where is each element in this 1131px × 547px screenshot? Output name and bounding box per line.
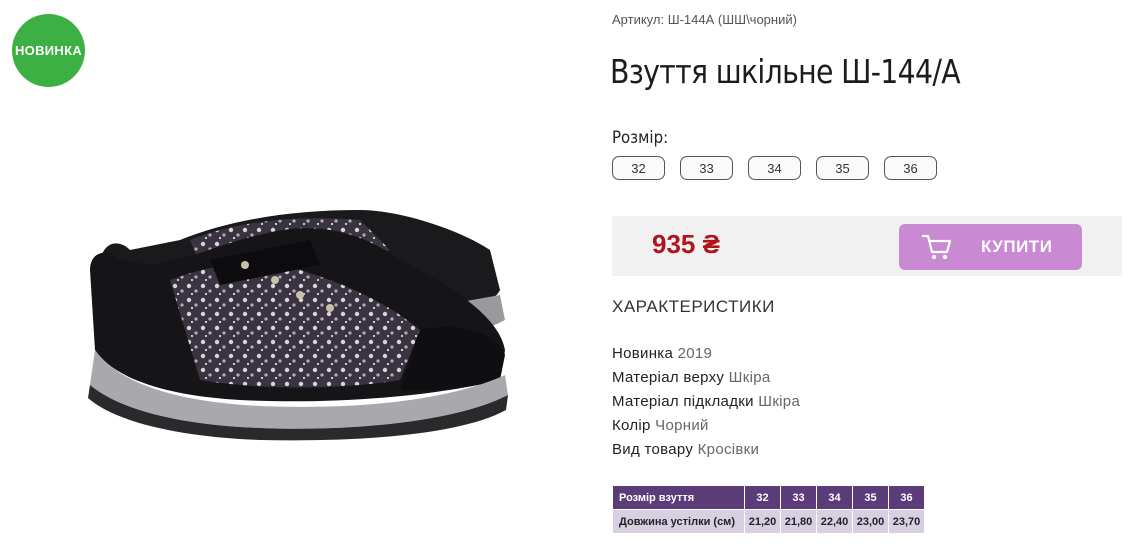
size-selector: 32 33 34 35 36 [612,156,937,180]
characteristic-row: Матеріал підкладки Шкіра [612,390,800,414]
size-label: Розмір: [612,128,669,148]
size-chart-size: 33 [780,485,817,510]
size-option-36[interactable]: 36 [884,156,937,180]
size-option-33[interactable]: 33 [680,156,733,180]
characteristic-row: Матеріал верху Шкіра [612,366,800,390]
size-chart-length-row: Довжина устілки (см) 21,20 21,80 22,40 2… [612,509,925,534]
size-chart-header-row: Розмір взуття 32 33 34 35 36 [612,485,925,510]
characteristic-name: Новинка [612,345,674,362]
buy-button-label: КУПИТИ [981,237,1053,256]
size-chart-length: 21,80 [780,509,817,534]
size-option-32[interactable]: 32 [612,156,665,180]
size-chart-row-label: Довжина устілки (см) [612,509,745,534]
product-image [88,210,508,441]
characteristic-row: Новинка 2019 [612,342,800,366]
size-chart-size: 32 [744,485,781,510]
characteristic-value: Шкіра [728,369,771,386]
size-chart-length: 22,40 [816,509,853,534]
size-chart-length: 21,20 [744,509,781,534]
product-price: 935 ₴ [652,229,720,259]
buy-panel: 935 ₴ КУПИТИ [612,216,1122,276]
characteristic-name: Вид товару [612,441,694,458]
characteristic-value: Кросівки [697,441,760,458]
size-option-35[interactable]: 35 [816,156,869,180]
new-badge-label: НОВИНКА [14,43,83,58]
size-chart-size: 35 [852,485,889,510]
characteristic-name: Колір [612,417,651,434]
page-title: Взуття шкільне Ш-144/А [610,52,961,91]
size-chart-length: 23,00 [852,509,889,534]
characteristic-name: Матеріал підкладки [612,393,754,410]
size-chart-table: Розмір взуття 32 33 34 35 36 Довжина уст… [612,485,925,534]
characteristic-value: 2019 [677,345,713,362]
characteristics-list: Новинка 2019 Матеріал верху Шкіра Матері… [612,342,800,462]
size-option-34[interactable]: 34 [748,156,801,180]
characteristic-value: Чорний [655,417,709,434]
characteristic-value: Шкіра [758,393,801,410]
product-sku: Артикул: Ш-144А (ШШ\чорний) [612,12,797,27]
size-chart-size: 34 [816,485,853,510]
characteristic-name: Матеріал верху [612,369,725,386]
buy-button[interactable]: КУПИТИ [899,224,1082,270]
size-chart-length: 23,70 [888,509,925,534]
cart-icon [921,234,952,260]
size-chart-header-label: Розмір взуття [612,485,745,510]
size-chart-size: 36 [888,485,925,510]
characteristics-title: ХАРАКТЕРИСТИКИ [612,297,775,316]
characteristic-row: Колір Чорний [612,414,800,438]
characteristic-row: Вид товару Кросівки [612,438,800,462]
new-badge: НОВИНКА [12,14,85,87]
